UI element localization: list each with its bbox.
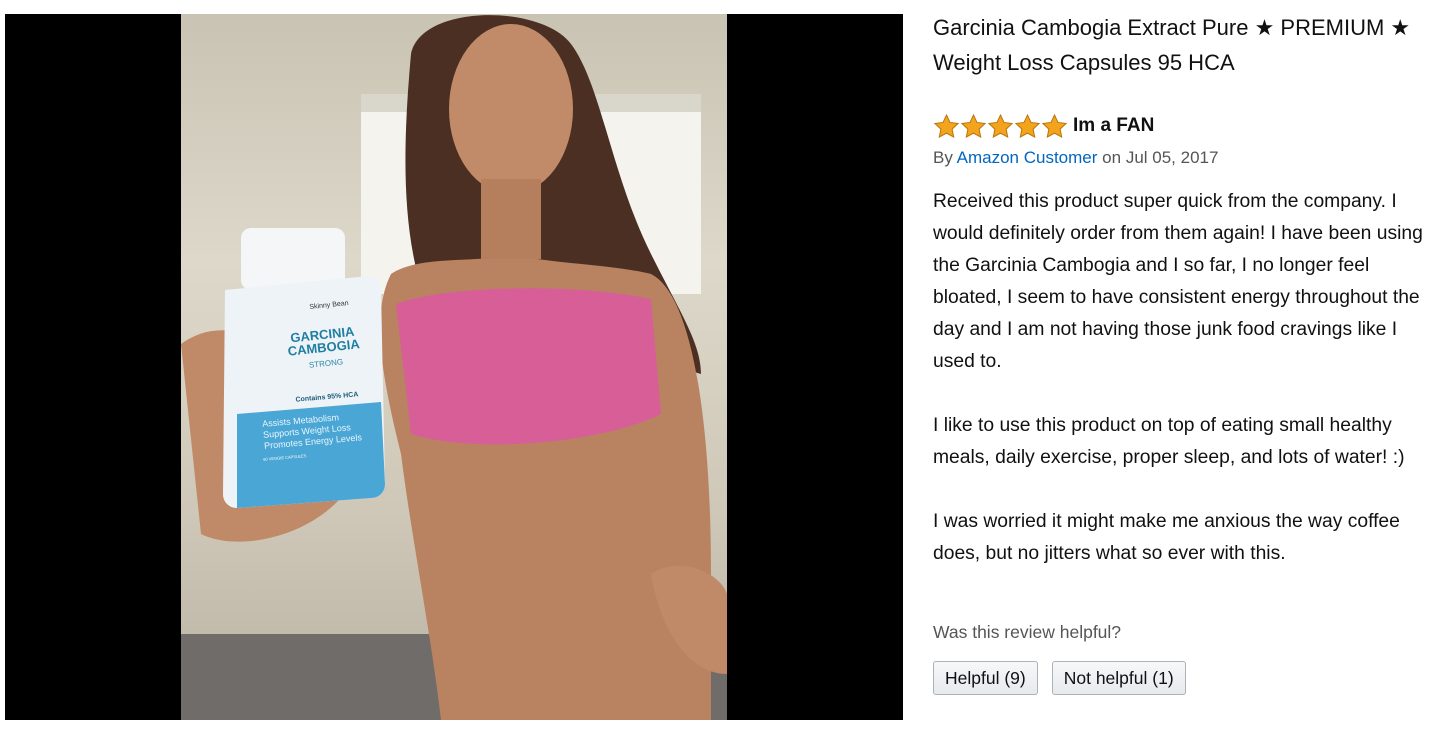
star-rating (933, 113, 1068, 140)
star-icon (1041, 113, 1068, 138)
review-date: Jul 05, 2017 (1125, 148, 1219, 167)
review-paragraph: Received this product super quick from t… (933, 191, 1423, 372)
star-icon (1014, 113, 1041, 138)
star-icon (960, 113, 987, 138)
review-rating-row: Im a FAN (933, 112, 1154, 140)
review-body: Received this product super quick from t… (933, 186, 1433, 602)
author-link[interactable]: Amazon Customer (957, 148, 1098, 167)
helpful-prompt: Was this review helpful? (933, 622, 1122, 642)
star-icon (933, 113, 960, 138)
vote-buttons: Helpful (9) Not helpful (1) (933, 661, 1186, 695)
sports-bra (396, 288, 661, 445)
review-image-panel: Skinny Bean GARCINIA CAMBOGIA STRONG Con… (5, 14, 903, 720)
review-paragraph: I was worried it might make me anxious t… (933, 511, 1400, 564)
not-helpful-button[interactable]: Not helpful (1) (1051, 661, 1186, 695)
review-byline: By Amazon Customer on Jul 05, 2017 (933, 148, 1218, 168)
face (449, 24, 573, 194)
customer-photo-illustration (181, 15, 727, 720)
neck (481, 179, 541, 259)
byline-prefix: By (933, 148, 953, 167)
customer-photo[interactable]: Skinny Bean GARCINIA CAMBOGIA STRONG Con… (181, 14, 727, 720)
date-prefix: on (1102, 148, 1122, 167)
product-title-link[interactable]: Garcinia Cambogia Extract Pure ★ PREMIUM… (933, 10, 1433, 80)
helpful-button[interactable]: Helpful (9) (933, 661, 1038, 695)
review-title[interactable]: Im a FAN (1073, 115, 1154, 137)
star-icon (987, 113, 1014, 138)
review-paragraph: I like to use this product on top of eat… (933, 415, 1405, 468)
